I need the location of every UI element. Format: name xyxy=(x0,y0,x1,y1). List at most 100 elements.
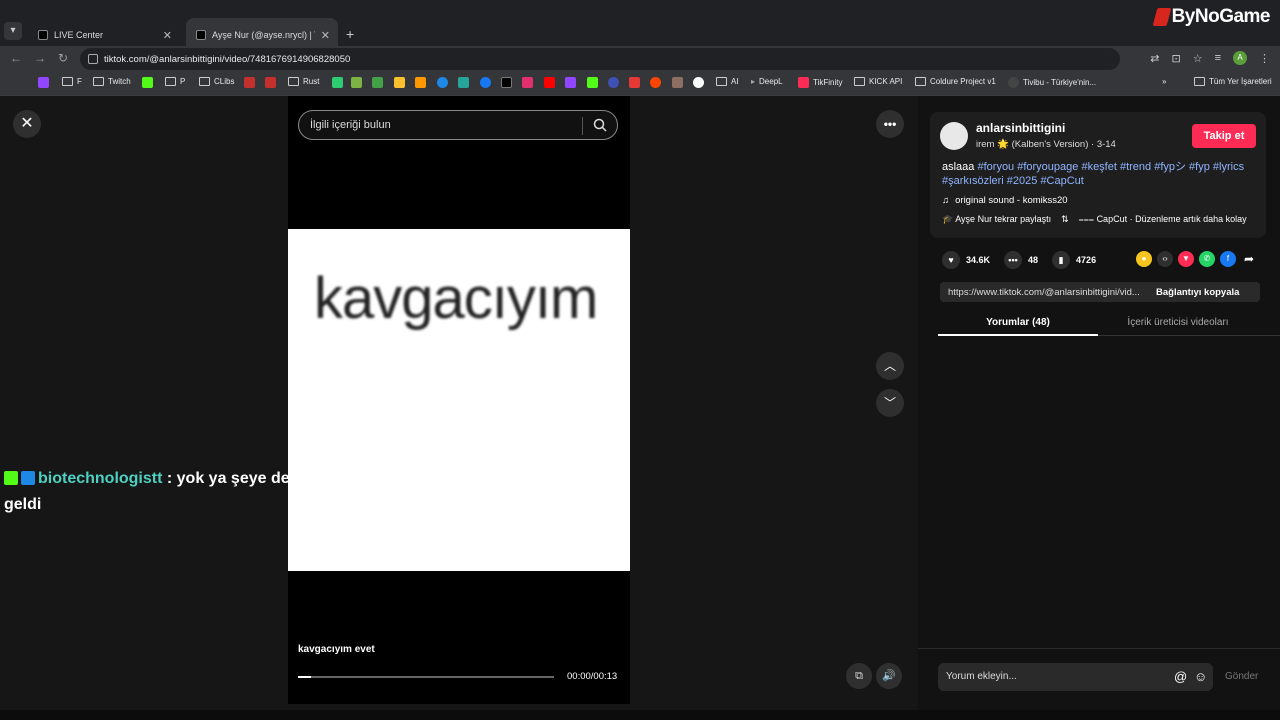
folder-icon xyxy=(1194,77,1205,86)
bookmark-item[interactable] xyxy=(415,77,426,88)
bookmark-item[interactable] xyxy=(38,77,49,88)
bookmark-folder[interactable]: Rust xyxy=(288,77,319,86)
tivibu-icon xyxy=(1008,77,1019,88)
heart-icon: ♥ xyxy=(942,251,960,269)
kick-icon xyxy=(142,77,153,88)
bookmark-folder[interactable]: CLibs xyxy=(199,77,234,86)
menu-icon[interactable]: ⋮ xyxy=(1259,52,1270,65)
close-video-button[interactable]: ✕ xyxy=(13,110,41,138)
video-link[interactable]: https://www.tiktok.com/@anlarsinbittigin… xyxy=(940,287,1150,298)
bookmark-item[interactable] xyxy=(587,77,598,88)
next-video-button[interactable]: ﹀ xyxy=(876,389,904,417)
hashtags[interactable]: #foryou #foryoupage #keşfet #trend #fypシ… xyxy=(942,161,1244,187)
sound-link[interactable]: ♫ original sound - komikss20 xyxy=(942,195,1068,206)
author-name[interactable]: anlarsinbittigini xyxy=(976,121,1065,135)
bookmark-item[interactable] xyxy=(650,77,661,88)
bookmark-item[interactable] xyxy=(142,77,153,88)
active-tab-indicator xyxy=(938,334,1098,336)
previous-video-button[interactable]: ︿ xyxy=(876,352,904,380)
bookmark-folder[interactable]: KICK API xyxy=(854,77,902,86)
new-tab-button[interactable]: + xyxy=(346,26,354,42)
bookmark-item[interactable] xyxy=(565,77,576,88)
bookmark-item[interactable] xyxy=(672,77,683,88)
bookmark-item[interactable]: ▸ DeepL xyxy=(751,77,783,86)
bookmark-item[interactable] xyxy=(458,77,469,88)
bookmark-icon: ▮ xyxy=(1052,251,1071,269)
volume-button[interactable]: 🔊 xyxy=(876,663,902,689)
bookmark-folder[interactable]: P xyxy=(165,77,185,86)
search-input[interactable]: İlgili içeriği bulun xyxy=(298,110,618,140)
progress-fill xyxy=(298,676,311,678)
coin-icon[interactable]: ● xyxy=(1136,251,1152,267)
bookmark-folder[interactable]: AI xyxy=(716,77,739,86)
rust-icon xyxy=(244,77,255,88)
search-placeholder: İlgili içeriği bulun xyxy=(310,119,391,131)
address-bar[interactable]: tiktok.com/@anlarsinbittigini/video/7481… xyxy=(80,48,1120,70)
tab-creator-videos[interactable]: İçerik üreticisi videoları xyxy=(1098,317,1258,328)
bookmark-folder[interactable]: Coldure Project v1 xyxy=(915,77,996,86)
back-icon[interactable]: ← xyxy=(10,51,22,65)
bookmark-item[interactable] xyxy=(501,77,512,88)
profile-avatar[interactable]: A xyxy=(1233,51,1247,65)
bookmark-item[interactable] xyxy=(244,77,255,88)
bookmark-item[interactable] xyxy=(437,77,448,88)
follow-button[interactable]: Takip et xyxy=(1192,124,1256,148)
embed-icon[interactable]: ‹› xyxy=(1157,251,1173,267)
close-tab-icon[interactable]: ✕ xyxy=(321,29,330,42)
bookmark-item[interactable] xyxy=(608,77,619,88)
video-player[interactable]: İlgili içeriği bulun kavgacıyım kavgacıy… xyxy=(288,96,630,704)
send-comment-button[interactable]: Gönder xyxy=(1225,671,1258,682)
bookmark-item[interactable] xyxy=(332,77,343,88)
emoji-icon[interactable]: ☺ xyxy=(1194,663,1207,691)
floating-player-button[interactable]: ⧉ xyxy=(846,663,872,689)
translate-icon[interactable]: ⇄ xyxy=(1150,52,1159,65)
search-icon[interactable] xyxy=(593,118,607,132)
share-arrow-icon[interactable]: ➦ xyxy=(1241,251,1257,267)
bookmark-item[interactable] xyxy=(544,77,555,88)
engagement-stats: ♥ 34.6K ••• 48 ▮ 4726 xyxy=(942,251,1096,269)
facebook-icon[interactable]: f xyxy=(1220,251,1236,267)
all-bookmarks-folder[interactable]: Tüm Yer İşaretleri xyxy=(1194,77,1272,86)
bookmark-item[interactable] xyxy=(394,77,405,88)
site-info-icon[interactable] xyxy=(88,54,98,64)
extensions-icon[interactable]: ≡ xyxy=(1215,52,1221,64)
bookmark-item[interactable]: Tivibu - Türkiye'nin... xyxy=(1008,77,1096,88)
facebook-icon xyxy=(480,77,491,88)
bookmark-item[interactable] xyxy=(351,77,362,88)
progress-bar[interactable] xyxy=(298,676,554,678)
like-button[interactable]: ♥ 34.6K xyxy=(942,251,990,269)
copy-link-button[interactable]: Bağlantıyı kopyala xyxy=(1150,287,1239,298)
bookmark-item[interactable] xyxy=(693,77,704,88)
author-avatar[interactable] xyxy=(940,122,968,150)
tab-search-button[interactable]: ▾ xyxy=(4,22,22,40)
bookmark-folder[interactable]: F xyxy=(62,77,82,86)
more-bookmarks-icon[interactable]: » xyxy=(1162,77,1166,86)
close-tab-icon[interactable]: ✕ xyxy=(163,29,172,42)
video-caption: kavgacıyım evet xyxy=(298,644,375,655)
mention-icon[interactable]: @ xyxy=(1174,663,1187,691)
bookmark-item[interactable] xyxy=(629,77,640,88)
bookmark-item[interactable] xyxy=(265,77,276,88)
tab-title: Ayşe Nur (@ayse.nrycl) | Tik xyxy=(212,30,315,40)
comment-input[interactable]: Yorum ekleyin... @ ☺ xyxy=(938,663,1213,691)
comment-bar: Yorum ekleyin... @ ☺ Gönder xyxy=(918,648,1280,710)
reload-icon[interactable]: ↻ xyxy=(58,51,68,65)
bookmark-item[interactable]: TikFinity xyxy=(798,77,842,88)
bookmark-star-icon[interactable]: ☆ xyxy=(1193,52,1203,65)
comment-button[interactable]: ••• 48 xyxy=(1004,251,1038,269)
repost-icon: ⇅ xyxy=(1061,214,1069,224)
send-to-friend-icon[interactable]: ▼ xyxy=(1178,251,1194,267)
save-button[interactable]: ▮ 4726 xyxy=(1052,251,1096,269)
more-options-button[interactable]: ••• xyxy=(876,110,904,138)
capcut-link[interactable]: ⩶ CapCut · Düzenleme artık daha kolay xyxy=(1079,214,1247,225)
bookmark-item[interactable] xyxy=(480,77,491,88)
install-icon[interactable]: ⊡ xyxy=(1171,52,1180,65)
bookmark-folder[interactable]: Twitch xyxy=(93,77,131,86)
tikfinity-icon xyxy=(798,77,809,88)
whatsapp-icon[interactable]: ✆ xyxy=(1199,251,1215,267)
folder-icon xyxy=(93,77,104,86)
bookmark-item[interactable] xyxy=(522,77,533,88)
forward-icon[interactable]: → xyxy=(34,51,46,65)
tab-comments[interactable]: Yorumlar (48) xyxy=(938,317,1098,328)
bookmark-item[interactable] xyxy=(372,77,383,88)
